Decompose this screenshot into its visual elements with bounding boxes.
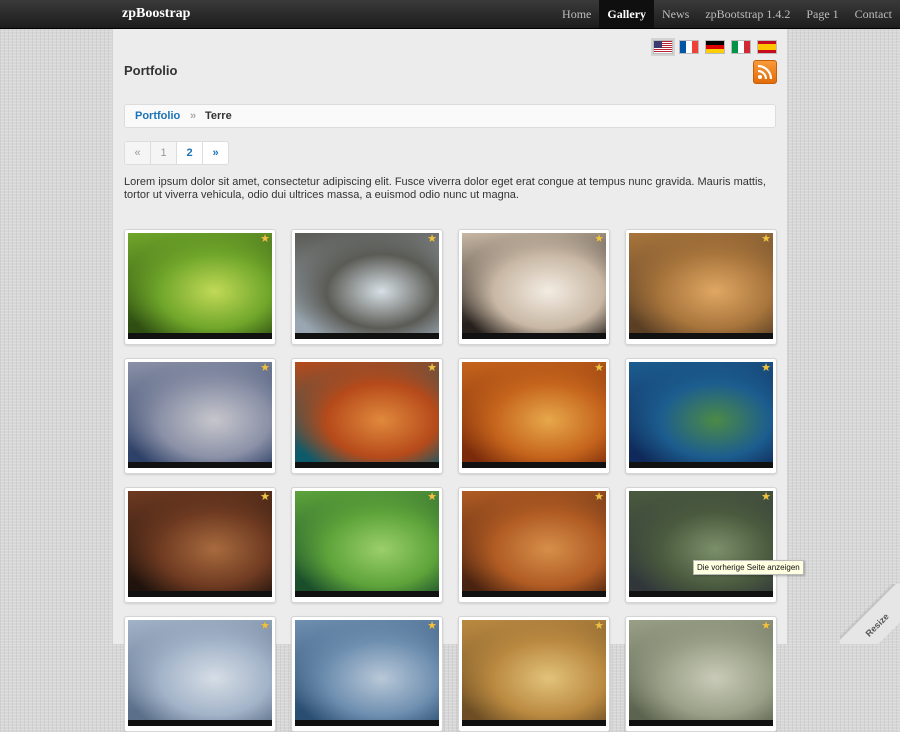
brand-link[interactable]: zpBoostrap: [122, 6, 190, 22]
thumbnail-caption-bar: [128, 462, 272, 468]
nav-news[interactable]: News: [654, 0, 697, 28]
thumbnail-caption-bar: [629, 591, 773, 597]
thumbnail-caption-bar: [462, 720, 606, 726]
thumbnail-image: [128, 620, 272, 726]
thumbnail-green-island-aerial[interactable]: ★: [625, 358, 777, 474]
thumbnail-caption-bar: [128, 591, 272, 597]
pagination-page-1[interactable]: 1: [151, 142, 177, 164]
thumbnail-mosque-city-aerial[interactable]: ★: [625, 229, 777, 345]
star-icon[interactable]: ★: [594, 363, 604, 374]
thumbnail-petra-monastery[interactable]: ★: [124, 487, 276, 603]
star-icon[interactable]: ★: [427, 621, 437, 632]
thumbnail-desert-canyon[interactable]: ★: [458, 487, 610, 603]
fr-flag-icon[interactable]: [679, 40, 699, 54]
thumbnail-caption-bar: [462, 462, 606, 468]
tooltip: Die vorherige Seite anzeigen: [693, 560, 804, 575]
star-icon[interactable]: ★: [594, 492, 604, 503]
thumbnail-image: [629, 233, 773, 339]
star-icon[interactable]: ★: [761, 234, 771, 245]
pagination-prev[interactable]: «: [125, 142, 151, 164]
thumbnail-golden-plains[interactable]: ★: [458, 616, 610, 732]
thumbnail-image: [462, 491, 606, 597]
thumbnail-image: [462, 362, 606, 468]
thumbnail-image: [629, 491, 773, 597]
thumbnail-grid: ★ ★ ★ ★ ★ ★ ★ ★ ★ ★ ★ ★ ★ ★ ★ ★: [124, 229, 784, 732]
pagination-page-2[interactable]: 2: [177, 142, 203, 164]
star-icon[interactable]: ★: [427, 234, 437, 245]
star-icon[interactable]: ★: [761, 621, 771, 632]
us-flag-icon[interactable]: [651, 38, 675, 56]
thumbnail-caption-bar: [295, 462, 439, 468]
thumbnail-caption-bar: [629, 720, 773, 726]
de-flag-icon[interactable]: [705, 40, 725, 54]
thumbnail-caption-bar: [629, 333, 773, 339]
nav-zpbootstrap[interactable]: zpBootstrap 1.4.2: [697, 0, 798, 28]
thumbnail-image: [629, 362, 773, 468]
thumbnail-caption-bar: [128, 333, 272, 339]
thumbnail-mist-coast[interactable]: ★: [291, 616, 443, 732]
thumbnail-caption-bar: [629, 462, 773, 468]
thumbnail-green-crater[interactable]: ★: [291, 487, 443, 603]
breadcrumb-portfolio-link[interactable]: Portfolio: [135, 105, 180, 127]
thumbnail-image: [629, 620, 773, 726]
star-icon[interactable]: ★: [260, 363, 270, 374]
thumbnail-autumn-forest[interactable]: ★: [458, 358, 610, 474]
thumbnail-image: [462, 233, 606, 339]
breadcrumb-current: Terre: [205, 110, 232, 122]
thumbnail-caption-bar: [128, 720, 272, 726]
nav-contact[interactable]: Contact: [847, 0, 900, 28]
thumbnail-caption-bar: [462, 591, 606, 597]
pagination-next[interactable]: »: [203, 142, 228, 164]
thumbnail-image: [295, 362, 439, 468]
star-icon[interactable]: ★: [594, 621, 604, 632]
thumbnail-christ-redeemer-bay[interactable]: ★: [124, 358, 276, 474]
nav-gallery[interactable]: Gallery: [599, 0, 655, 28]
thumbnail-image: [295, 233, 439, 339]
it-flag-icon[interactable]: [731, 40, 751, 54]
navbar: zpBoostrap Home Gallery News zpBootstrap…: [0, 0, 900, 29]
resize-handle[interactable]: Resize: [840, 584, 900, 644]
thumbnail-image: [462, 620, 606, 726]
nav-page-1[interactable]: Page 1: [798, 0, 846, 28]
star-icon[interactable]: ★: [260, 234, 270, 245]
thumbnail-red-rock-island[interactable]: ★: [291, 358, 443, 474]
main-nav: Home Gallery News zpBootstrap 1.4.2 Page…: [554, 0, 900, 28]
star-icon[interactable]: ★: [594, 234, 604, 245]
star-icon[interactable]: ★: [427, 492, 437, 503]
es-flag-icon[interactable]: [757, 40, 777, 54]
thumbnail-image: [128, 362, 272, 468]
thumbnail-stone-pebbles[interactable]: ★: [625, 616, 777, 732]
language-selector: [651, 38, 777, 56]
page-title: Portfolio: [124, 63, 178, 78]
thumbnail-caption-bar: [295, 720, 439, 726]
content-container: Portfolio Portfolio » Terre « 1 2 » Lore…: [112, 29, 788, 732]
star-icon[interactable]: ★: [427, 363, 437, 374]
rss-icon[interactable]: [753, 60, 777, 84]
star-icon[interactable]: ★: [761, 363, 771, 374]
thumbnail-image: [128, 233, 272, 339]
breadcrumb: Portfolio » Terre: [124, 104, 776, 128]
thumbnail-green-terraced-hills[interactable]: ★: [124, 229, 276, 345]
breadcrumb-separator: »: [190, 110, 197, 122]
thumbnail-snowy-mountain-ridge[interactable]: ★: [458, 229, 610, 345]
thumbnail-mountain-valley[interactable]: ★: [625, 487, 777, 603]
star-icon[interactable]: ★: [260, 492, 270, 503]
thumbnail-caption-bar: [295, 333, 439, 339]
album-description: Lorem ipsum dolor sit amet, consectetur …: [124, 176, 766, 201]
star-icon[interactable]: ★: [260, 621, 270, 632]
star-icon[interactable]: ★: [761, 492, 771, 503]
thumbnail-cloudy-landscape[interactable]: ★: [124, 616, 276, 732]
thumbnail-image: [128, 491, 272, 597]
nav-home[interactable]: Home: [554, 0, 599, 28]
thumbnail-caption-bar: [295, 591, 439, 597]
thumbnail-image: [295, 491, 439, 597]
thumbnail-crater-lake-volcano[interactable]: ★: [291, 229, 443, 345]
thumbnail-image: [295, 620, 439, 726]
pagination: « 1 2 »: [124, 141, 229, 165]
thumbnail-caption-bar: [462, 333, 606, 339]
